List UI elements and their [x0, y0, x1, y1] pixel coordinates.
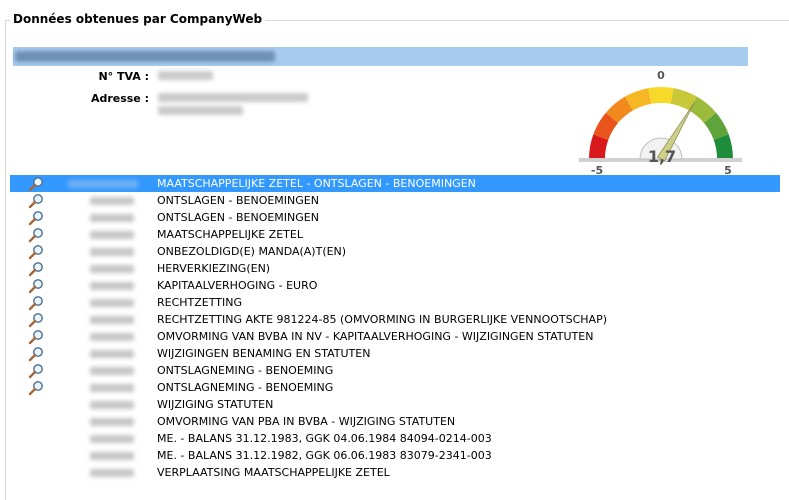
gauge-value: 1,7	[648, 147, 676, 166]
gauge-segment	[648, 87, 674, 104]
list-item[interactable]: ME. - BALANS 31.12.1982, GGK 06.06.1983 …	[10, 447, 780, 464]
fieldset-legend: Données obtenues par CompanyWeb	[10, 12, 266, 26]
magnifier-icon[interactable]	[28, 363, 44, 379]
magnifier-icon[interactable]	[28, 210, 44, 226]
publication-title: VERPLAATSING MAATSCHAPPELIJKE ZETEL	[157, 466, 390, 479]
magnifier-icon[interactable]	[28, 176, 44, 192]
publication-title: WIJZIGINGEN BENAMING EN STATUTEN	[157, 347, 371, 360]
magnifier-icon[interactable]	[28, 227, 44, 243]
list-item[interactable]: WIJZIGING STATUTEN	[10, 396, 780, 413]
publication-date-redacted	[90, 248, 134, 256]
magnifier-icon[interactable]	[28, 244, 44, 260]
publication-date-redacted	[90, 452, 134, 460]
list-item[interactable]: ME. - BALANS 31.12.1983, GGK 04.06.1984 …	[10, 430, 780, 447]
list-item[interactable]: WIJZIGINGEN BENAMING EN STATUTEN	[10, 345, 780, 362]
list-item[interactable]: OMVORMING VAN BVBA IN NV - KAPITAALVERHO…	[10, 328, 780, 345]
publication-date-redacted	[90, 299, 134, 307]
magnifier-icon[interactable]	[28, 346, 44, 362]
list-item[interactable]: ONBEZOLDIGD(E) MANDA(A)T(EN)	[10, 243, 780, 260]
publication-date-redacted	[90, 282, 134, 290]
publication-date-redacted	[90, 350, 134, 358]
magnifier-icon[interactable]	[28, 261, 44, 277]
list-item[interactable]: VERPLAATSING MAATSCHAPPELIJKE ZETEL	[10, 464, 780, 481]
publication-title: ME. - BALANS 31.12.1982, GGK 06.06.1983 …	[157, 449, 492, 462]
list-item[interactable]: ONTSLAGNEMING - BENOEMING	[10, 362, 780, 379]
publication-title: ONTSLAGNEMING - BENOEMING	[157, 364, 334, 377]
publication-date-redacted	[90, 265, 134, 273]
publication-title: HERVERKIEZING(EN)	[157, 262, 271, 275]
publication-title: WIJZIGING STATUTEN	[157, 398, 274, 411]
publication-title: RECHTZETTING	[157, 296, 242, 309]
tva-value-redacted	[158, 71, 213, 80]
publication-title: ONBEZOLDIGD(E) MANDA(A)T(EN)	[157, 245, 347, 258]
list-item[interactable]: HERVERKIEZING(EN)	[10, 260, 780, 277]
list-item[interactable]: ONTSLAGEN - BENOEMINGEN	[10, 192, 780, 209]
magnifier-icon[interactable]	[28, 329, 44, 345]
magnifier-icon[interactable]	[28, 278, 44, 294]
tva-label: N° TVA :	[98, 70, 149, 83]
list-item[interactable]: MAATSCHAPPELIJKE ZETEL	[10, 226, 780, 243]
publication-date-redacted	[90, 418, 134, 426]
magnifier-icon[interactable]	[28, 295, 44, 311]
publication-date-redacted	[90, 197, 134, 205]
publication-date-redacted	[90, 333, 134, 341]
publication-date-redacted	[90, 316, 134, 324]
list-item[interactable]: RECHTZETTING	[10, 294, 780, 311]
list-item[interactable]: ONTSLAGEN - BENOEMINGEN	[10, 209, 780, 226]
list-item[interactable]: KAPITAALVERHOGING - EURO	[10, 277, 780, 294]
publication-date-redacted	[90, 401, 134, 409]
publication-title: ONTSLAGEN - BENOEMINGEN	[157, 211, 319, 224]
list-item[interactable]: RECHTZETTING AKTE 981224-85 (OMVORMING I…	[10, 311, 780, 328]
publication-date-redacted	[68, 180, 138, 188]
address-line2-redacted	[158, 106, 243, 115]
address-line1-redacted	[158, 93, 308, 102]
publication-title: MAATSCHAPPELIJKE ZETEL - ONTSLAGEN - BEN…	[157, 177, 476, 190]
publication-date-redacted	[90, 435, 134, 443]
address-label: Adresse :	[90, 92, 149, 105]
publication-date-redacted	[90, 384, 134, 392]
publication-title: ME. - BALANS 31.12.1983, GGK 04.06.1984 …	[157, 432, 492, 445]
company-name-redacted	[15, 51, 275, 62]
publication-date-redacted	[90, 214, 134, 222]
list-item[interactable]: MAATSCHAPPELIJKE ZETEL - ONTSLAGEN - BEN…	[10, 175, 780, 192]
publication-date-redacted	[90, 231, 134, 239]
publication-date-redacted	[90, 367, 134, 375]
magnifier-icon[interactable]	[28, 312, 44, 328]
publication-title: ONTSLAGEN - BENOEMINGEN	[157, 194, 319, 207]
publication-title: MAATSCHAPPELIJKE ZETEL	[157, 228, 303, 241]
magnifier-icon[interactable]	[28, 193, 44, 209]
risk-gauge: 0 1,7 -5 5	[579, 69, 742, 177]
publications-list: MAATSCHAPPELIJKE ZETEL - ONTSLAGEN - BEN…	[10, 175, 780, 481]
company-name-bar	[13, 47, 748, 66]
publication-date-redacted	[90, 469, 134, 477]
list-item[interactable]: ONTSLAGNEMING - BENOEMING	[10, 379, 780, 396]
publication-title: KAPITAALVERHOGING - EURO	[157, 279, 318, 292]
magnifier-icon[interactable]	[28, 380, 44, 396]
gauge-mid-label: 0	[657, 69, 665, 82]
publication-title: OMVORMING VAN BVBA IN NV - KAPITAALVERHO…	[157, 330, 594, 343]
list-item[interactable]: OMVORMING VAN PBA IN BVBA - WIJZIGING ST…	[10, 413, 780, 430]
publication-title: OMVORMING VAN PBA IN BVBA - WIJZIGING ST…	[157, 415, 456, 428]
publication-title: ONTSLAGNEMING - BENOEMING	[157, 381, 334, 394]
publication-title: RECHTZETTING AKTE 981224-85 (OMVORMING I…	[157, 313, 608, 326]
